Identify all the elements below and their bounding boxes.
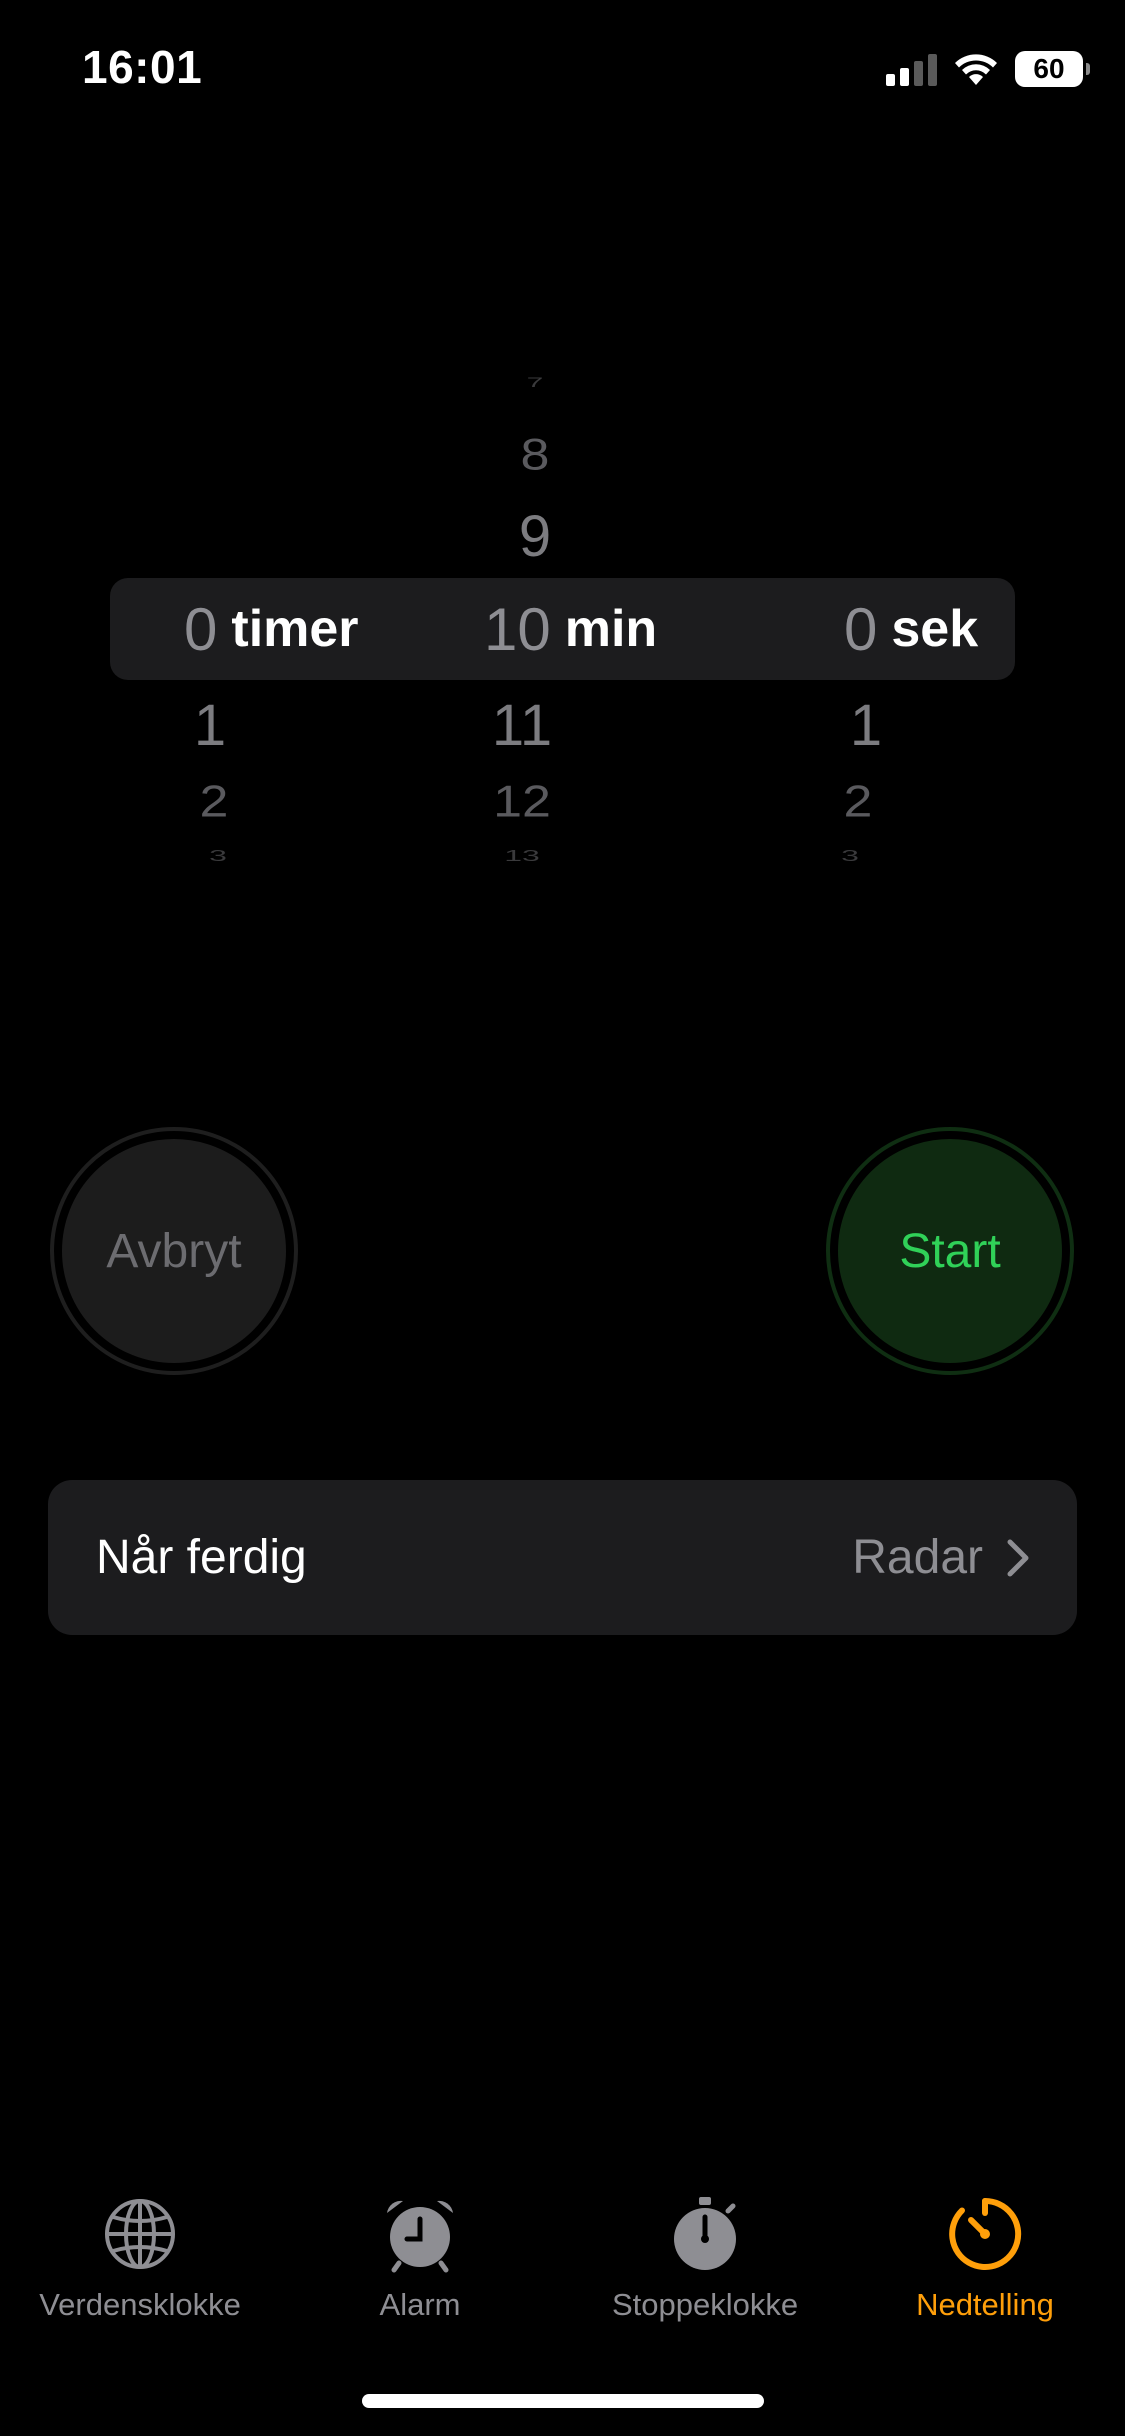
tab-world-clock[interactable]: Verdensklokke: [20, 2195, 260, 2323]
chevron-right-icon: [1007, 1539, 1029, 1577]
tab-timer[interactable]: Nedtelling: [880, 2195, 1090, 2323]
when-done-row[interactable]: Når ferdig Radar: [48, 1480, 1077, 1635]
picker-hours-below-1[interactable]: 1: [150, 692, 270, 759]
wifi-icon: [955, 54, 997, 85]
status-time: 16:01: [82, 41, 203, 93]
start-button-label: Start: [834, 1135, 1066, 1367]
tab-alarm[interactable]: Alarm: [320, 2195, 520, 2323]
timer-screen: 16:01 60 7 8 9 0 timer 10 min 0 sek 1 2 …: [0, 0, 1125, 2436]
when-done-label: Når ferdig: [96, 1531, 307, 1584]
picker-minutes-above-3[interactable]: 9: [475, 503, 595, 570]
tab-bar: Verdensklokke Alarm Stoppeklokke Nedtell…: [0, 2195, 1125, 2335]
picker-seconds-below-3[interactable]: 3: [790, 846, 910, 865]
cancel-button-label: Avbryt: [58, 1135, 290, 1367]
when-done-value: Radar: [852, 1531, 983, 1584]
tab-label: Nedtelling: [916, 2287, 1054, 2322]
cellular-signal-icon: [886, 52, 937, 86]
cancel-button[interactable]: Avbryt: [50, 1127, 298, 1375]
picker-minutes-below-1[interactable]: 11: [462, 692, 582, 759]
picker-minutes-above-1[interactable]: 7: [475, 375, 595, 390]
status-icons: 60: [886, 48, 1090, 90]
tab-label: Verdensklokke: [39, 2287, 241, 2322]
globe-icon: [105, 2199, 175, 2269]
picker-hours-below-2[interactable]: 2: [154, 777, 274, 828]
picker-minutes-below-2[interactable]: 12: [462, 777, 582, 828]
picker-seconds-below-1[interactable]: 1: [806, 692, 926, 759]
seconds-unit: sek: [891, 600, 979, 658]
hours-value: 0: [184, 595, 218, 663]
picker-minutes-below-3[interactable]: 13: [462, 846, 582, 865]
minutes-unit: min: [564, 600, 658, 658]
stopwatch-icon: [674, 2197, 736, 2270]
start-button[interactable]: Start: [826, 1127, 1074, 1375]
tab-stopwatch[interactable]: Stoppeklokke: [590, 2195, 820, 2323]
battery-icon: 60: [1015, 51, 1090, 87]
alarm-clock-icon: [387, 2200, 453, 2273]
picker-seconds-selected[interactable]: 0 sek: [844, 578, 978, 680]
picker-minutes-selected[interactable]: 10 min: [484, 578, 657, 680]
battery-level: 60: [1033, 53, 1065, 84]
tab-label: Stoppeklokke: [611, 2287, 799, 2322]
picker-hours-below-3[interactable]: 3: [158, 846, 278, 865]
hours-unit: timer: [231, 600, 359, 658]
picker-hours-selected[interactable]: 0 timer: [184, 578, 359, 680]
seconds-value: 0: [844, 595, 878, 663]
picker-seconds-below-2[interactable]: 2: [798, 777, 918, 828]
timer-icon: [949, 2197, 1022, 2270]
tab-label: Alarm: [379, 2287, 461, 2322]
minutes-value: 10: [484, 595, 551, 663]
home-indicator[interactable]: [362, 2394, 764, 2408]
picker-minutes-above-2[interactable]: 8: [475, 430, 595, 481]
